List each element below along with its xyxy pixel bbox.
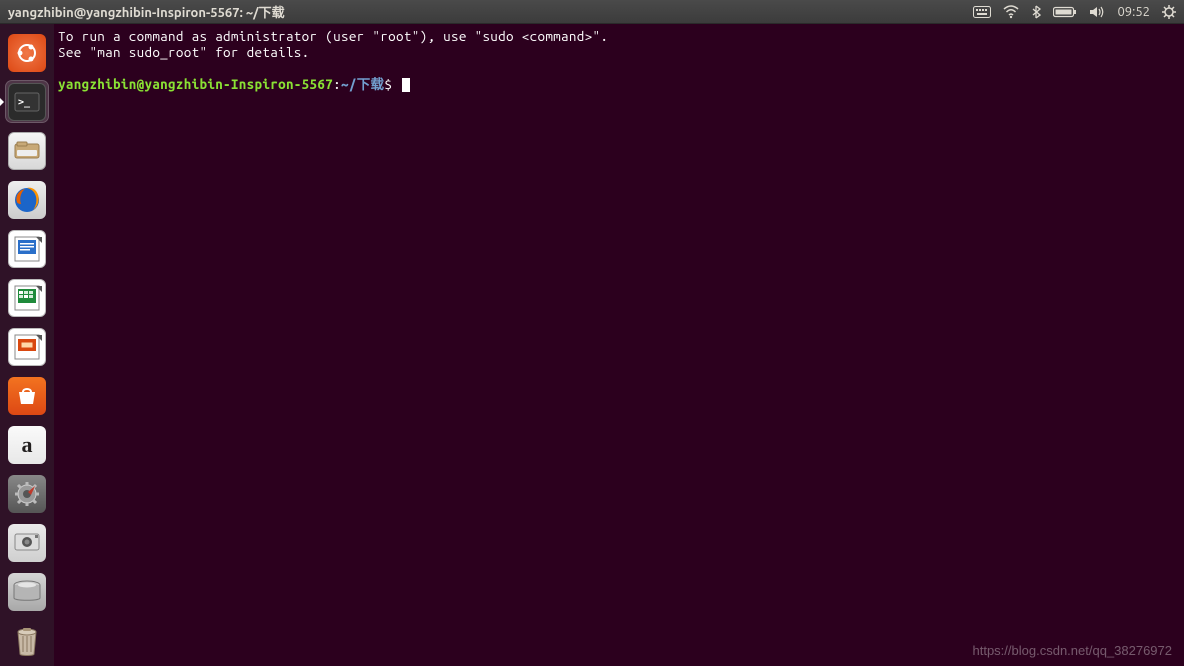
amazon-app-icon[interactable]: a — [6, 425, 48, 466]
terminal-output-line: To run a command as administrator (user … — [58, 28, 1180, 44]
svg-text:>_: >_ — [18, 97, 31, 108]
firefox-app-icon[interactable] — [6, 179, 48, 220]
system-settings-icon[interactable] — [6, 474, 48, 515]
window-title: yangzhibin@yangzhibin-Inspiron-5567: ~/下… — [8, 2, 285, 21]
terminal-window[interactable]: To run a command as administrator (user … — [54, 24, 1184, 666]
trash-icon[interactable] — [6, 621, 48, 662]
unity-launcher: >_ a — [0, 24, 54, 666]
bluetooth-indicator-icon[interactable] — [1031, 5, 1041, 19]
prompt-path: ~/下载 — [341, 76, 384, 92]
watermark-text: https://blog.csdn.net/qq_38276972 — [973, 643, 1173, 658]
impress-app-icon[interactable] — [6, 326, 48, 367]
terminal-prompt-line: yangzhibin@yangzhibin-Inspiron-5567:~/下载… — [58, 76, 1180, 92]
text-cursor — [402, 78, 410, 92]
prompt-dollar: $ — [384, 76, 400, 92]
writer-app-icon[interactable] — [6, 228, 48, 269]
files-app-icon[interactable] — [6, 130, 48, 171]
clock-text[interactable]: 09:52 — [1117, 5, 1150, 19]
calc-app-icon[interactable] — [6, 277, 48, 318]
volume-indicator-icon[interactable] — [1089, 5, 1105, 19]
dash-home-icon[interactable] — [6, 32, 48, 73]
disk-drive-icon[interactable] — [6, 572, 48, 613]
keyboard-indicator-icon[interactable] — [973, 6, 991, 18]
help-app-icon[interactable] — [6, 523, 48, 564]
prompt-user: yangzhibin@yangzhibin-Inspiron-5567 — [58, 76, 333, 92]
terminal-output-line: See "man sudo_root" for details. — [58, 44, 1180, 60]
wifi-indicator-icon[interactable] — [1003, 5, 1019, 19]
battery-indicator-icon[interactable] — [1053, 6, 1077, 18]
power-gear-icon[interactable] — [1162, 5, 1176, 19]
software-center-icon[interactable] — [6, 376, 48, 417]
top-menu-bar: yangzhibin@yangzhibin-Inspiron-5567: ~/下… — [0, 0, 1184, 24]
terminal-app-icon[interactable]: >_ — [6, 81, 48, 122]
terminal-blank-line — [58, 60, 1180, 76]
